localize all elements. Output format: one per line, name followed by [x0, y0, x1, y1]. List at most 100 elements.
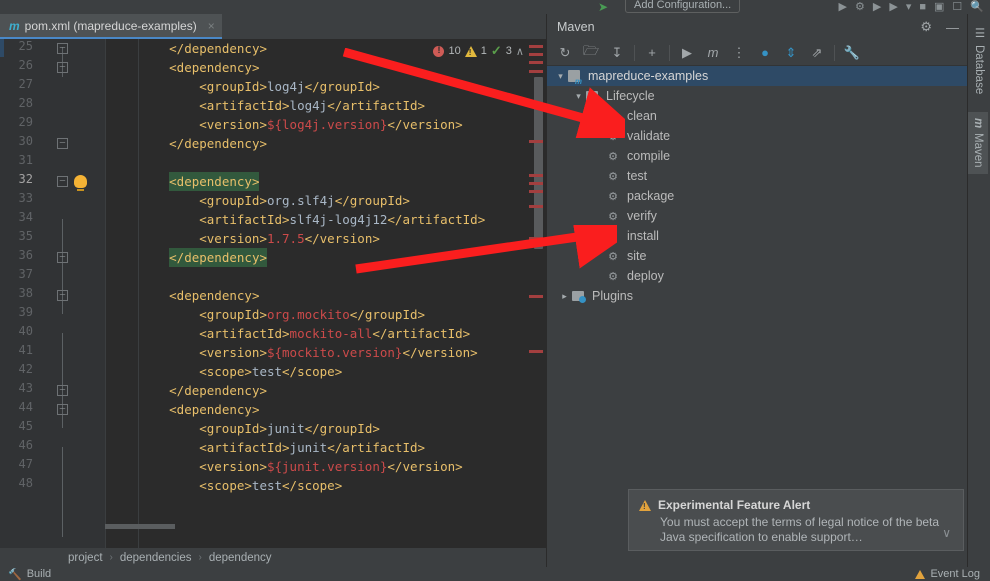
scrollbar-thumb[interactable] [534, 77, 543, 249]
tree-node-goal-compile[interactable]: ⚙ compile [547, 146, 967, 166]
run-maven-goal-icon[interactable]: m [700, 41, 726, 65]
chevron-down-icon[interactable]: ▾ [906, 0, 912, 14]
gear-icon[interactable]: ⚙ [920, 19, 932, 35]
code-line[interactable]: <artifactId>log4j</artifactId> [199, 96, 425, 115]
code-line[interactable]: <dependency> [169, 286, 259, 305]
code-line[interactable]: <artifactId>slf4j-log4j12</artifactId> [199, 210, 485, 229]
error-stripe-marker[interactable] [529, 237, 543, 240]
code-fold-toggle[interactable]: – [57, 62, 68, 73]
breadcrumb-item-project[interactable]: project [68, 552, 103, 564]
code-fold-toggle[interactable]: – [57, 404, 68, 415]
code-line[interactable]: <scope>test</scope> [199, 476, 342, 495]
chevron-right-icon[interactable]: ▸ [559, 291, 570, 302]
error-stripe-marker[interactable] [529, 174, 543, 177]
code-line[interactable]: <version>${junit.version}</version> [199, 457, 462, 476]
profile-icon[interactable]: ▶ [889, 0, 897, 14]
tree-node-goal-site[interactable]: ⚙ site [547, 246, 967, 266]
add-configuration-button[interactable]: Add Configuration... [625, 0, 741, 13]
code-line[interactable]: <version>${log4j.version}</version> [199, 115, 462, 134]
code-line[interactable]: <artifactId>mockito-all</artifactId> [199, 324, 470, 343]
error-stripe-marker[interactable] [529, 140, 543, 143]
code-fold-toggle[interactable]: – [57, 252, 68, 263]
previous-problem-icon[interactable]: ∧ [516, 45, 524, 58]
code-line[interactable]: <artifactId>junit</artifactId> [199, 438, 425, 457]
status-build-label[interactable]: Build [27, 568, 51, 580]
tree-node-goal-test[interactable]: ⚙ test [547, 166, 967, 186]
editor-gutter[interactable]: 25 – 26 – 27 28 29 30 – 31 32 – 33 34 35 36 – 37 38 – 39 40 41… [0, 39, 105, 548]
code-line[interactable]: <groupId>log4j</groupId> [199, 77, 380, 96]
tree-node-goal-clean[interactable]: ⚙ clean [547, 106, 967, 126]
toggle-skip-tests-icon[interactable]: ⋮ [726, 41, 752, 65]
inspection-widget[interactable]: 10 1 ✓ 3 ∧ ∨ [433, 43, 536, 59]
error-stripe-marker[interactable] [529, 350, 543, 353]
horizontal-scrollbar[interactable] [105, 524, 175, 529]
run-icon[interactable]: ▶ [674, 41, 700, 65]
tool-tab-maven[interactable]: m Maven [968, 112, 988, 174]
code-fold-toggle[interactable]: – [57, 290, 68, 301]
tree-node-lifecycle[interactable]: ▾ Lifecycle [547, 86, 967, 106]
error-stripe-marker[interactable] [529, 45, 543, 48]
stop-icon[interactable]: ■ [919, 0, 926, 14]
tree-node-goal-deploy[interactable]: ⚙ deploy [547, 266, 967, 286]
tree-node-plugins[interactable]: ▸ Plugins [547, 286, 967, 306]
error-stripe-marker[interactable] [529, 205, 543, 208]
minimize-icon[interactable]: — [946, 20, 959, 35]
debug-icon[interactable]: ⚙ [855, 0, 865, 14]
code-text[interactable]: </dependency> <dependency> <groupId>log4j<… [105, 39, 546, 548]
code-editor[interactable]: 25–26–27 28 29 30–31 32–33 34 35 36–37 38–39 40 41… [0, 39, 546, 548]
expand-notification-icon[interactable]: ∨ [942, 526, 951, 540]
expand-all-icon[interactable]: ⇕ [778, 41, 804, 65]
breadcrumb-item-dependency[interactable]: dependency [209, 552, 272, 564]
code-fold-toggle[interactable]: – [57, 176, 68, 187]
reload-icon[interactable]: ↻ [552, 41, 578, 65]
tree-node-goal-install[interactable]: ⚙ install [547, 226, 967, 246]
code-line[interactable]: </dependency> [169, 39, 267, 58]
generate-sources-icon[interactable]: 🗁 [578, 41, 604, 65]
code-line[interactable]: <groupId>org.mockito</groupId> [199, 305, 425, 324]
tree-node-goal-package[interactable]: ⚙ package [547, 186, 967, 206]
layout-icon[interactable]: ▣ [934, 0, 944, 14]
code-line[interactable]: <dependency> [169, 58, 259, 77]
code-line[interactable]: <version>${mockito.version}</version> [199, 343, 477, 362]
code-line[interactable]: <groupId>junit</groupId> [199, 419, 380, 438]
run-icon[interactable]: ▶ [839, 0, 847, 14]
code-line[interactable]: <dependency> [169, 172, 260, 191]
chevron-down-icon[interactable]: ▾ [573, 91, 584, 102]
intention-bulb-icon[interactable] [74, 175, 87, 191]
code-fold-toggle[interactable]: – [57, 43, 68, 54]
error-stripe-marker[interactable] [529, 53, 543, 56]
tree-node-project[interactable]: ▾ mapreduce-examples [547, 66, 967, 86]
error-stripe-marker[interactable] [529, 61, 543, 64]
chevron-down-icon[interactable]: ▾ [555, 71, 566, 82]
toggle-offline-icon[interactable]: ● [752, 41, 778, 65]
close-icon[interactable]: × [208, 19, 215, 33]
breadcrumb-item-dependencies[interactable]: dependencies [120, 552, 192, 564]
notification-balloon[interactable]: Experimental Feature Alert You must acce… [628, 489, 964, 551]
tree-node-goal-validate[interactable]: ⚙ validate [547, 126, 967, 146]
code-line[interactable]: </dependency> [169, 248, 267, 267]
download-sources-icon[interactable]: ↧ [604, 41, 630, 65]
search-icon[interactable]: 🔍 [970, 0, 984, 14]
code-line[interactable]: <scope>test</scope> [199, 362, 342, 381]
code-fold-toggle[interactable]: – [57, 385, 68, 396]
code-line[interactable]: <version>1.7.5</version> [199, 229, 380, 248]
error-stripe-marker[interactable] [529, 190, 543, 193]
code-line[interactable]: <dependency> [169, 400, 259, 419]
error-stripe-marker[interactable] [529, 182, 543, 185]
code-fold-toggle[interactable]: – [57, 138, 68, 149]
tab-pom-xml[interactable]: m pom.xml (mapreduce-examples) × [0, 14, 222, 39]
tool-tab-database[interactable]: ☰ Database [968, 20, 990, 100]
settings-wrench-icon[interactable]: 🔧 [839, 41, 865, 65]
error-stripe-marker[interactable] [529, 295, 543, 298]
tree-node-goal-verify[interactable]: ⚙ verify [547, 206, 967, 226]
editor-scrollbar[interactable] [526, 39, 546, 548]
collapse-all-icon[interactable]: ⇗ [804, 41, 830, 65]
add-icon[interactable]: + [639, 41, 665, 65]
error-stripe-marker[interactable] [529, 70, 543, 73]
coverage-icon[interactable]: ▶ [873, 0, 881, 14]
code-line[interactable]: </dependency> [169, 381, 267, 400]
code-line[interactable]: <groupId>org.slf4j</groupId> [199, 191, 410, 210]
update-icon[interactable]: ☐ [952, 0, 962, 14]
event-log-label[interactable]: Event Log [930, 568, 980, 580]
code-line[interactable]: </dependency> [169, 134, 267, 153]
